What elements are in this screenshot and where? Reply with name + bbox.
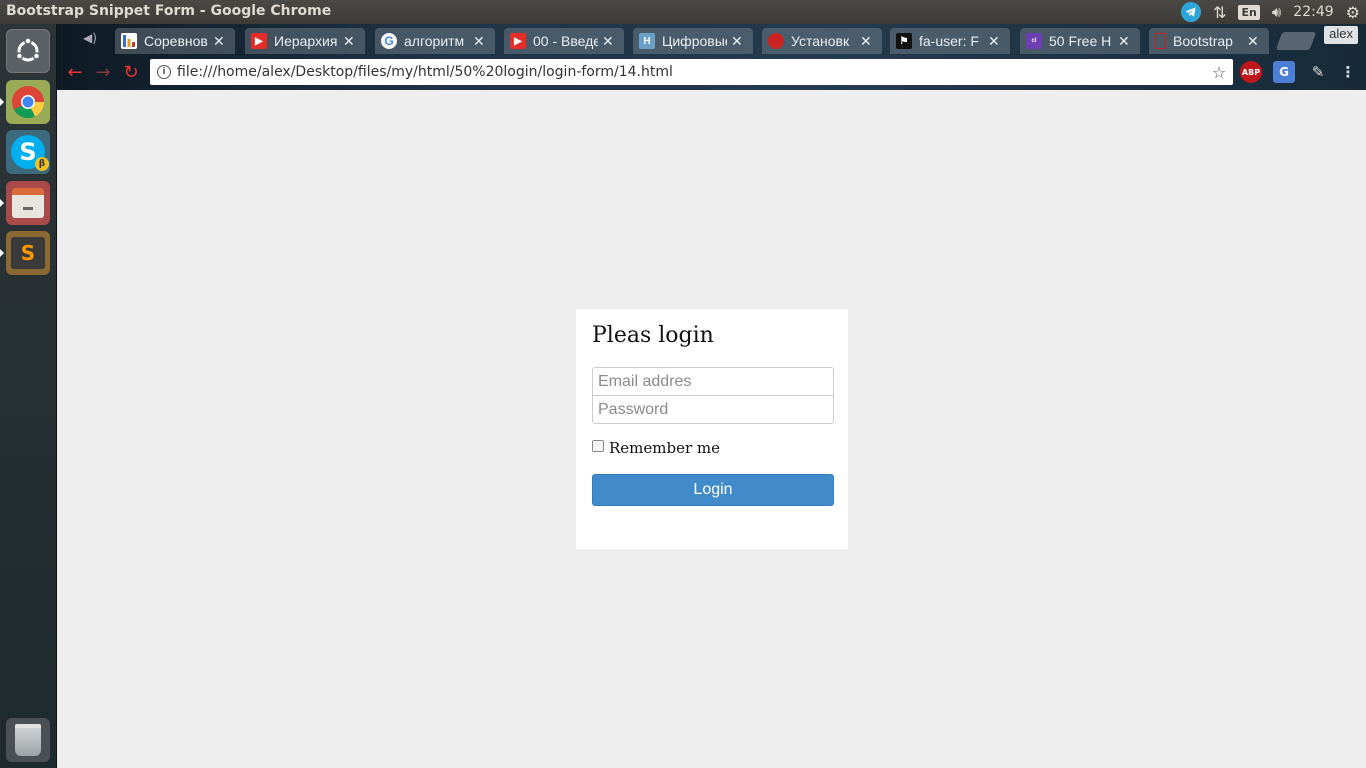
address-bar[interactable]: i file:///home/alex/Desktop/files/my/htm…	[150, 59, 1233, 85]
close-icon[interactable]: ✕	[988, 33, 1002, 50]
close-icon[interactable]: ✕	[1247, 33, 1261, 50]
launcher-chrome[interactable]	[0, 80, 50, 124]
info-icon[interactable]: i	[157, 65, 171, 79]
chrome-icon	[12, 86, 45, 119]
flag-favicon-icon: ⚑	[896, 33, 912, 49]
launcher-trash[interactable]	[6, 718, 50, 762]
network-arrows-icon: ⇅	[1213, 2, 1227, 22]
trash-icon	[15, 724, 41, 756]
tab-title: fa-user: F	[919, 33, 979, 49]
reload-button[interactable]: ↻	[121, 61, 141, 83]
colorlib-favicon-icon: cl	[1026, 33, 1042, 49]
menu-button[interactable]: ⋮	[1337, 61, 1359, 83]
apple-favicon-icon	[768, 33, 784, 49]
close-icon[interactable]: ✕	[213, 33, 227, 50]
telegram-indicator[interactable]	[1181, 0, 1202, 24]
launcher-dash[interactable]	[6, 29, 50, 73]
google-favicon-icon: G	[381, 33, 397, 49]
browser-tab[interactable]: ⚑ fa-user: F ✕	[890, 28, 1010, 54]
clock-indicator[interactable]: 22:49	[1293, 0, 1333, 24]
tab-title: Установк	[791, 33, 850, 49]
more-vertical-icon: ⋮	[1340, 63, 1356, 81]
ubuntu-logo-icon	[15, 37, 41, 62]
remember-me-label[interactable]: Remember me	[609, 439, 720, 457]
browser-toolbar: ← → ↻ i file:///home/alex/Desktop/files/…	[57, 54, 1366, 90]
h-favicon-icon: H	[639, 33, 655, 49]
login-button[interactable]: Login	[592, 474, 834, 506]
browser-tab[interactable]: Соревнов ✕	[115, 28, 235, 54]
sound-indicator[interactable]: 🔊︎	[1272, 0, 1281, 24]
browser-tab[interactable]: cl 50 Free H ✕	[1020, 28, 1140, 54]
launcher-sublime[interactable]: S	[0, 231, 50, 275]
tab-title: Bootstrap	[1173, 33, 1233, 49]
remember-me-row[interactable]: Remember me	[592, 439, 720, 457]
file-cabinet-icon	[12, 188, 44, 218]
keyboard-layout-label: En	[1238, 4, 1260, 20]
translate-icon: G	[1279, 65, 1289, 79]
browser-tab[interactable]: G алгоритм ✕	[375, 28, 495, 54]
close-icon[interactable]: ✕	[860, 33, 874, 50]
close-icon[interactable]: ✕	[473, 33, 487, 50]
eyedropper-extension-button[interactable]: ✎	[1307, 61, 1329, 83]
arrow-right-icon: →	[95, 61, 111, 83]
indicator-area: ⇅ En 🔊︎ 22:49 ⚙	[1181, 0, 1366, 24]
new-tab-button[interactable]	[1275, 32, 1317, 50]
tab-title: Иерархия	[274, 33, 338, 49]
volume-icon: 🔊︎	[1271, 3, 1282, 21]
tab-strip: ◀︎) Соревнов ✕ ▶ Иерархия ✕ G алгоритм ✕…	[57, 24, 1366, 54]
forward-button[interactable]: →	[93, 61, 113, 83]
profile-button[interactable]: alex	[1324, 26, 1358, 44]
browser-tab-active[interactable]: Bootstrap ✕	[1149, 28, 1269, 54]
chart-favicon-icon	[121, 33, 137, 49]
browser-tab[interactable]: Установк ✕	[762, 28, 882, 54]
close-icon[interactable]: ✕	[602, 33, 616, 50]
chrome-frame: ◀︎) Соревнов ✕ ▶ Иерархия ✕ G алгоритм ✕…	[57, 24, 1366, 90]
clock: 22:49	[1293, 4, 1334, 20]
eyedropper-icon: ✎	[1311, 63, 1325, 81]
network-indicator[interactable]: ⇅	[1213, 0, 1226, 24]
session-indicator[interactable]: ⚙	[1346, 0, 1360, 24]
close-icon[interactable]: ✕	[731, 33, 745, 50]
document-favicon-icon	[1155, 33, 1166, 49]
reload-icon: ↻	[123, 61, 139, 83]
adblock-label: ABP	[1241, 67, 1261, 77]
tab-title: Соревнов	[144, 33, 208, 49]
tab-title: Цифровые	[662, 33, 727, 49]
browser-tab[interactable]: ▶ Иерархия ✕	[245, 28, 365, 54]
form-heading: Pleas login	[592, 323, 714, 348]
close-icon[interactable]: ✕	[343, 33, 357, 50]
tab-title: 00 - Введе	[533, 33, 598, 49]
arrow-left-icon: ←	[67, 61, 83, 83]
back-button[interactable]: ←	[65, 61, 85, 83]
tab-title: 50 Free H	[1049, 33, 1112, 49]
page-viewport: Pleas login Remember me Login	[57, 90, 1366, 768]
url-text[interactable]: file:///home/alex/Desktop/files/my/html/…	[177, 64, 1209, 80]
youtube-favicon-icon: ▶	[251, 33, 267, 49]
login-form: Pleas login Remember me Login	[576, 309, 848, 549]
browser-tab[interactable]: ▶ 00 - Введе ✕	[504, 28, 624, 54]
telegram-icon	[1181, 2, 1202, 22]
gear-icon: ⚙	[1345, 2, 1360, 22]
remember-me-checkbox[interactable]	[592, 440, 604, 452]
launcher-skype[interactable]: Sβ	[6, 130, 50, 174]
adblock-extension-button[interactable]: ABP	[1240, 61, 1262, 83]
close-icon[interactable]: ✕	[1118, 33, 1132, 50]
audio-icon: ◀︎)	[83, 31, 97, 45]
password-field[interactable]	[592, 395, 834, 424]
star-icon[interactable]: ☆	[1209, 63, 1229, 82]
tab-title: алгоритм	[404, 33, 465, 49]
youtube-favicon-icon: ▶	[510, 33, 526, 49]
google-translate-extension-button[interactable]: G	[1273, 61, 1295, 83]
launcher-files[interactable]	[0, 181, 50, 225]
keyboard-indicator[interactable]: En	[1238, 0, 1260, 24]
launcher: Sβ S	[0, 24, 57, 768]
top-panel: Bootstrap Snippet Form - Google Chrome ⇅…	[0, 0, 1366, 24]
sublime-text-icon: S	[11, 237, 45, 269]
browser-tab[interactable]: H Цифровые ✕	[633, 28, 753, 54]
email-field[interactable]	[592, 367, 834, 396]
window-title: Bootstrap Snippet Form - Google Chrome	[6, 3, 332, 19]
skype-icon: Sβ	[11, 135, 49, 171]
